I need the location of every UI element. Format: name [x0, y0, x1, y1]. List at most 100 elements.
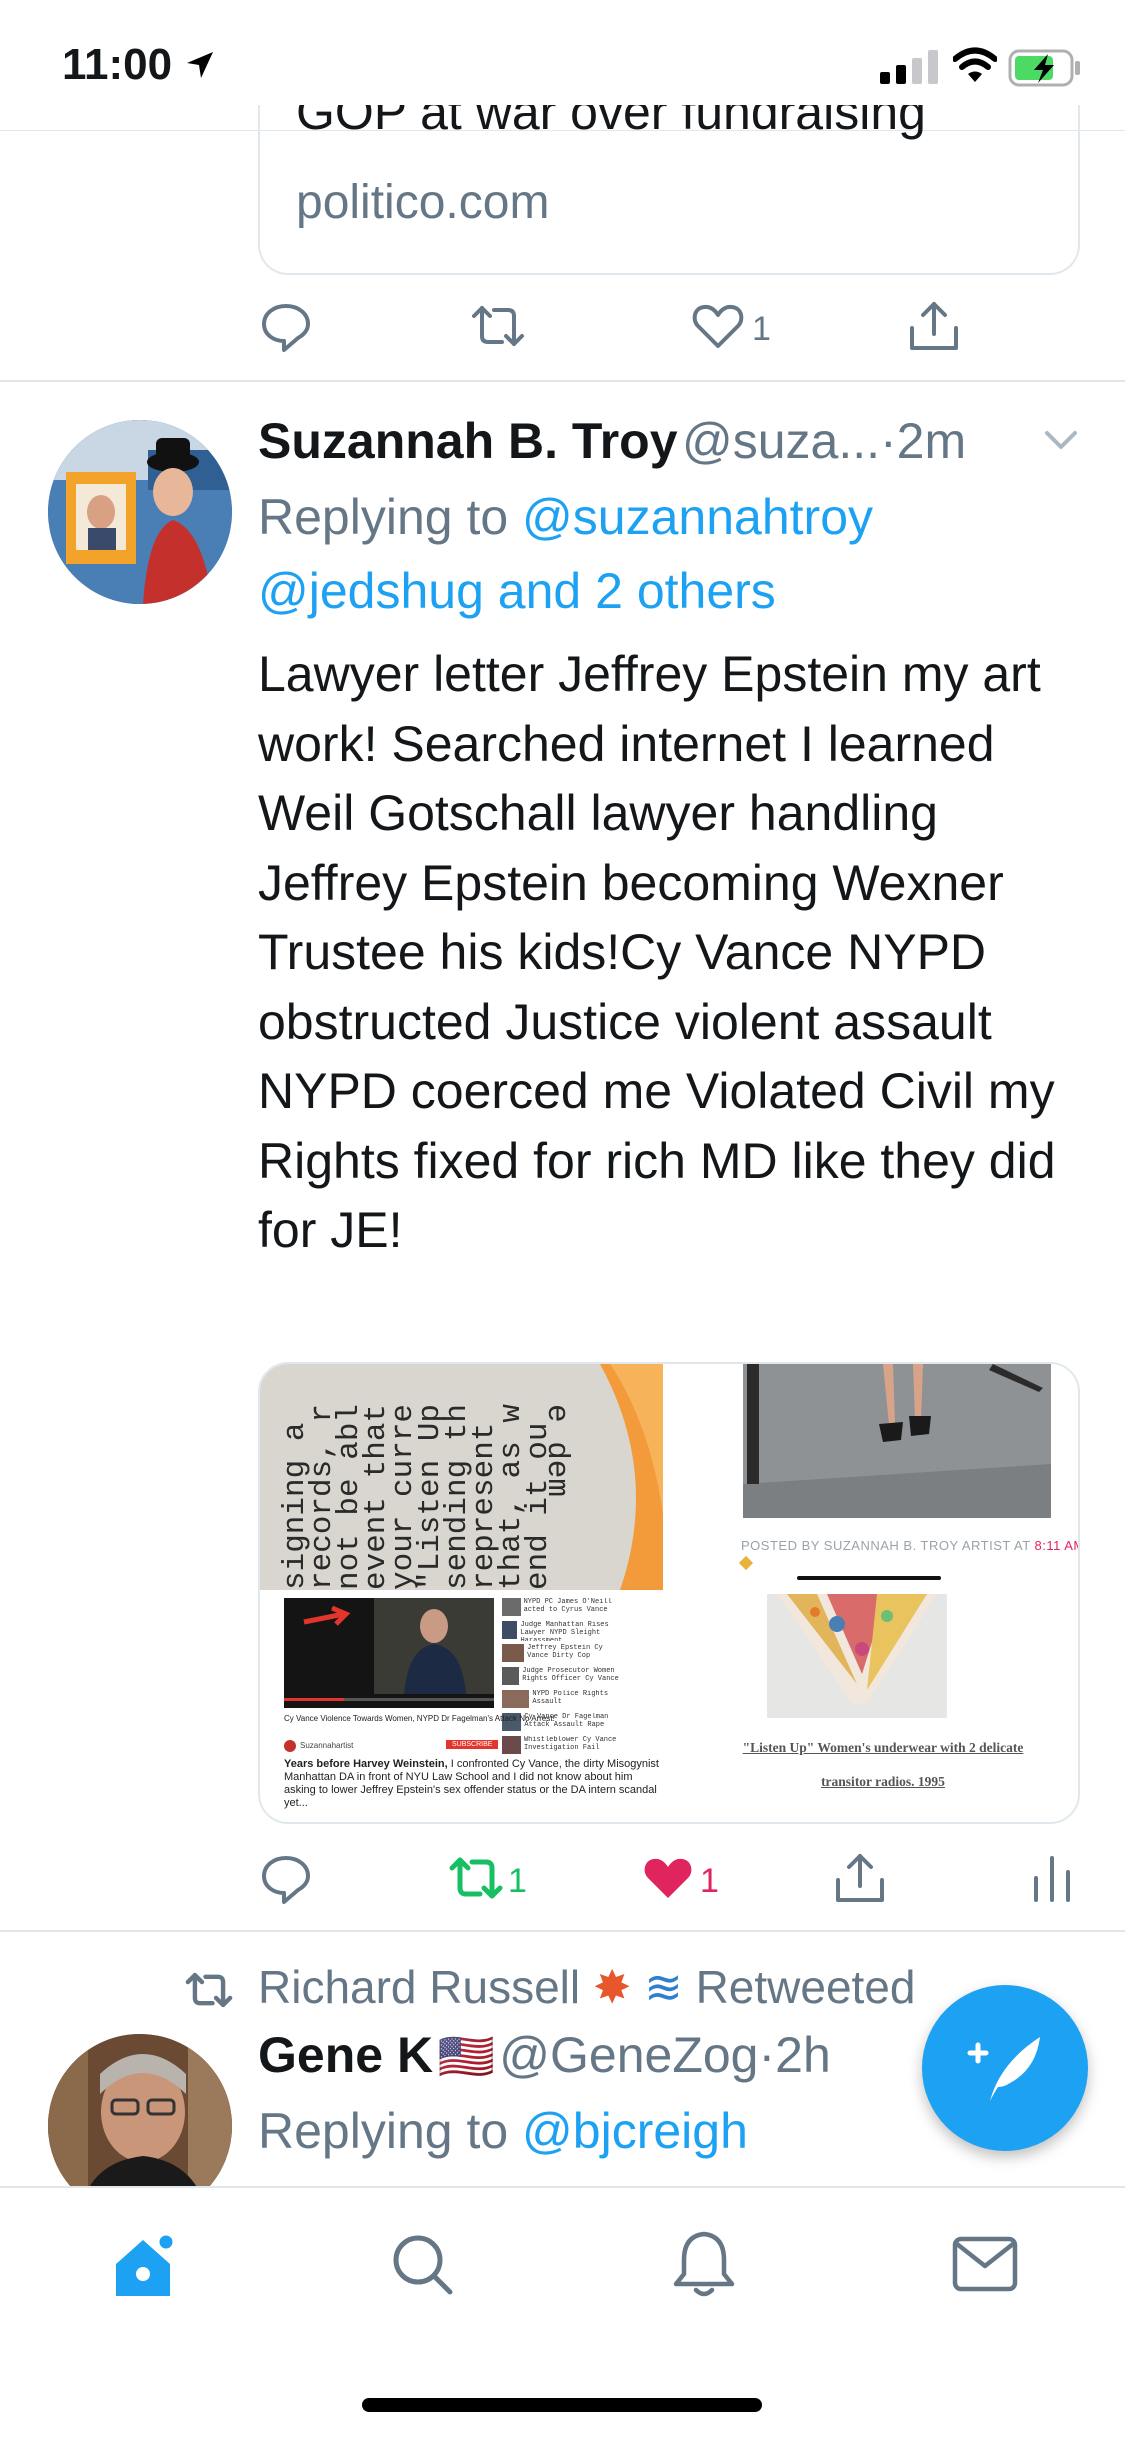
channel-avatar[interactable]: [284, 1740, 296, 1752]
collision-emoji-icon: ✸: [592, 1961, 632, 2013]
media-tile-letter[interactable]: signing a records, r not be abl event th…: [260, 1364, 663, 1590]
artwork-graphic: [767, 1594, 947, 1718]
artwork-caption-line2[interactable]: transitor radios. 1995: [713, 1774, 1053, 1790]
display-name[interactable]: Suzannah B. Troy: [258, 413, 678, 469]
retweeter-name[interactable]: Richard Russell: [258, 1961, 580, 2013]
battery-charging-icon: [1008, 49, 1080, 87]
replying-and: and: [483, 563, 596, 619]
tab-messages[interactable]: [952, 2236, 1018, 2292]
like-button[interactable]: [640, 1850, 696, 1911]
image-page-indicator: [797, 1576, 941, 1580]
video-description: Years before Harvey Weinstein, I confron…: [284, 1758, 663, 1810]
video-title[interactable]: Cy Vance Violence Towards Women, NYPD Dr…: [284, 1714, 555, 1723]
retweeted-icon: [185, 1972, 233, 2008]
link-preview-card[interactable]: GOP at war over fundraising politico.com: [258, 105, 1080, 275]
artwork-caption-line1[interactable]: "Listen Up" Women's underwear with 2 del…: [713, 1740, 1053, 1756]
notifications-icon: [673, 2231, 735, 2297]
media-tile-artwork[interactable]: "Listen Up" Women's underwear with 2 del…: [667, 1594, 1078, 1822]
home-icon: [116, 2232, 176, 2296]
replying-to-line1: Replying to @suzannahtroy: [258, 488, 873, 546]
status-time: 11:00: [62, 40, 173, 89]
like-icon: [692, 304, 744, 348]
prev-like-button[interactable]: [690, 298, 746, 359]
user-handle[interactable]: @GeneZog: [499, 2027, 758, 2083]
corner-text: e dem: [539, 1404, 574, 1498]
user-handle[interactable]: @suza...: [682, 413, 880, 469]
messages-icon: [952, 2236, 1018, 2292]
blog-caption-time[interactable]: 8:11 AM: [1035, 1538, 1078, 1553]
location-arrow-icon: [187, 52, 213, 78]
like-icon: [644, 1858, 692, 1898]
tab-home[interactable]: [108, 2230, 178, 2300]
retweeted-label: Retweeted: [695, 1961, 916, 2013]
tweet-time: ·2h: [758, 2027, 831, 2083]
prev-retweet-button[interactable]: [470, 298, 526, 359]
reply-icon: [262, 1856, 310, 1904]
tweet-text: Lawyer letter Jeffrey Epstein my art wor…: [258, 646, 1056, 1258]
sidebar-video-item[interactable]: NYPD PC James O'Neill acted to Cyrus Van…: [502, 1598, 626, 1618]
retweet-icon: [472, 306, 524, 346]
replying-to-label: Replying to: [258, 489, 523, 545]
media-tile-youtube[interactable]: NYPD PC James O'Neill acted to Cyrus Van…: [260, 1594, 663, 1822]
sidebar-video-item[interactable]: Whistleblower Cy Vance Investigation Fai…: [502, 1736, 626, 1756]
prev-share-button[interactable]: [906, 298, 962, 359]
analytics-button[interactable]: [1024, 1850, 1080, 1911]
compose-tweet-icon: [967, 2037, 1040, 2101]
media-tile-blog-photo[interactable]: POSTED BY SUZANNAH B. TROY ARTIST AT 8:1…: [667, 1364, 1078, 1590]
compose-tweet-button[interactable]: [922, 1985, 1088, 2151]
tweet-divider: [0, 380, 1125, 382]
display-name[interactable]: Gene K: [258, 2027, 433, 2083]
chevron-down-icon[interactable]: [1044, 428, 1078, 452]
sidewalk-photo: [743, 1364, 1051, 1518]
link-card-domain: politico.com: [296, 176, 550, 229]
mention-link[interactable]: @bjcreigh: [522, 2103, 748, 2159]
share-button[interactable]: [832, 1850, 888, 1911]
replying-to-line2: @jedshug and 2 others: [258, 562, 776, 620]
video-description-lead: Years before Harvey Weinstein,: [284, 1758, 448, 1770]
wave-emoji-icon: ≋: [644, 1961, 683, 2013]
prev-like-count: 1: [752, 310, 771, 348]
tweet-header: Suzannah B. Troy @suza...·2m: [258, 412, 966, 470]
channel-name[interactable]: Suzannahartist: [300, 1741, 353, 1750]
prev-reply-button[interactable]: [258, 298, 314, 359]
artwork-photo: [767, 1594, 947, 1718]
sidebar-video-item[interactable]: Judge Manhattan Rises Lawyer NYPD Sleigh…: [502, 1621, 626, 1641]
avatar[interactable]: [48, 420, 232, 604]
next-replying-to: Replying to @bjcreigh: [258, 2102, 748, 2160]
mention-link[interactable]: @jedshug: [258, 563, 484, 619]
media-grid: signing a records, r not be abl event th…: [258, 1362, 1080, 1824]
next-tweet-header: Gene K 🇺🇸 @GeneZog·2h: [258, 2026, 831, 2084]
mention-link[interactable]: @suzannahtroy: [522, 489, 873, 545]
pencil-icon[interactable]: [738, 1555, 754, 1571]
retweet-icon: [449, 1857, 503, 1899]
blog-caption: POSTED BY SUZANNAH B. TROY ARTIST AT 8:1…: [741, 1538, 1078, 1553]
wifi-icon: [953, 47, 997, 82]
sidewalk-photo-graphic: [743, 1364, 1051, 1518]
typewriter-text: signing a records, r not be abl event th…: [278, 1380, 663, 1590]
flag-icon: 🇺🇸: [437, 2030, 495, 2082]
share-icon: [836, 1854, 884, 1902]
sidebar-video-item[interactable]: Jeffrey Epstein Cy Vance Dirty Cop: [502, 1644, 626, 1664]
retweet-count: 1: [508, 1862, 527, 1900]
tab-notifications[interactable]: [672, 2230, 736, 2298]
subscribe-button[interactable]: SUBSCRIBE: [446, 1740, 499, 1749]
tab-search[interactable]: [390, 2232, 454, 2296]
share-icon: [910, 302, 958, 350]
retweet-button[interactable]: [448, 1850, 504, 1911]
video-frame-graphic: [284, 1598, 494, 1708]
replying-to-label: Replying to: [258, 2103, 523, 2159]
home-indicator: [362, 2398, 762, 2412]
blog-caption-prefix: POSTED BY SUZANNAH B. TROY ARTIST AT: [741, 1538, 1035, 1553]
cellular-signal-icon: [880, 50, 938, 84]
others-link[interactable]: 2 others: [595, 563, 776, 619]
reply-button[interactable]: [258, 1850, 314, 1911]
search-icon: [393, 2235, 453, 2295]
reply-icon: [262, 304, 310, 352]
sidebar-video-item[interactable]: Judge Prosecutor Women Rights Officer Cy…: [502, 1667, 626, 1687]
video-player[interactable]: [284, 1598, 494, 1708]
analytics-icon: [1034, 1856, 1070, 1902]
link-card-title: GOP at war over fundraising: [296, 105, 926, 140]
tweet-time: ·2m: [880, 413, 967, 469]
sidebar-video-item[interactable]: NYPD Police Rights Assault: [502, 1690, 626, 1710]
avatar-photo: [48, 420, 232, 604]
